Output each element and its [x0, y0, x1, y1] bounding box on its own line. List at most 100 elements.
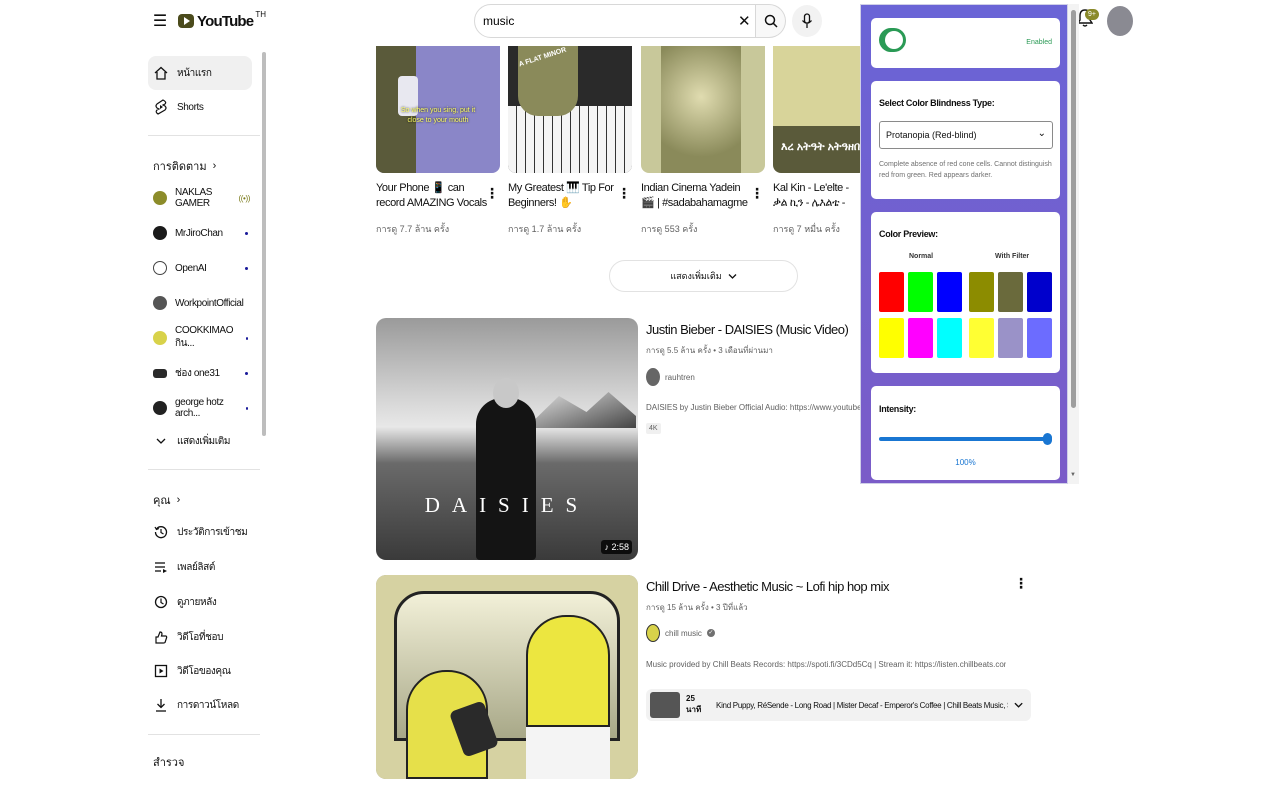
show-more-button[interactable]: แสดงเพิ่มเติม	[609, 260, 798, 292]
intensity-slider-track[interactable]	[879, 437, 1047, 441]
menu-icon[interactable]: ☰	[150, 10, 170, 32]
sidebar-channel-naklas-gamer[interactable]: NAKLAS GAMER ((•))	[148, 181, 252, 215]
filtered-color-swatch	[969, 318, 994, 358]
short-title[interactable]: Your Phone 📱 can record AMAZING Vocals	[376, 181, 488, 211]
like-icon	[153, 629, 169, 645]
chapter-duration: 25 นาที	[686, 694, 702, 714]
search-box[interactable]	[474, 4, 756, 38]
short-caption: So when you sing, put it close to your m…	[400, 107, 476, 124]
select-heading: Select Color Blindness Type:	[879, 98, 995, 108]
account-avatar[interactable]	[1107, 6, 1133, 36]
more-options-icon[interactable]: ⋮	[1014, 575, 1028, 593]
preview-heading: Color Preview:	[879, 229, 938, 239]
video-thumbnail[interactable]: DAISIES ♪ 2:58	[376, 318, 638, 560]
chevron-down-icon	[153, 433, 169, 449]
sidebar-item-liked-videos[interactable]: วิดีโอที่ชอบ	[148, 620, 252, 654]
sidebar-item-label: เพลย์ลิสต์	[177, 561, 215, 573]
sidebar-channel-george-hotz[interactable]: george hotz arch...	[148, 391, 252, 425]
sidebar-item-your-videos[interactable]: วิดีโอของคุณ	[148, 654, 252, 688]
sidebar-channel-cookkimao[interactable]: COOKKIMAO กิน...	[148, 321, 252, 355]
intensity-value: 100%	[955, 458, 976, 467]
search-icon	[764, 14, 778, 28]
sidebar-item-watch-later[interactable]: ดูภายหลัง	[148, 585, 252, 619]
chapter-text: Kind Puppy, RéSende - Long Road | Mister…	[716, 700, 1008, 710]
short-title[interactable]: Kal Kin - Le'elte - ቃል ኪን - ሌእልቴ - New E…	[773, 181, 861, 211]
short-thumbnail[interactable]	[641, 46, 765, 173]
sidebar-channel-one31[interactable]: ช่อง one31	[148, 356, 252, 390]
sidebar-item-label: วิดีโอของคุณ	[177, 665, 231, 677]
quality-badge: 4K	[646, 423, 661, 434]
sidebar-item-downloads[interactable]: การดาวน์โหลด	[148, 688, 252, 722]
chevron-down-icon[interactable]	[1014, 701, 1023, 709]
voice-search-button[interactable]	[792, 5, 822, 37]
channel-name: MrJiroChan	[175, 227, 223, 239]
normal-color-swatch	[937, 272, 962, 312]
home-icon	[153, 65, 169, 81]
more-options-icon[interactable]: ⋮	[750, 186, 764, 204]
live-icon: ((•))	[238, 193, 251, 203]
channel-name: WorkpointOfficial	[175, 297, 244, 309]
short-views: การดู 7 หมื่น ครั้ง	[773, 224, 840, 234]
sidebar-scrollbar[interactable]	[262, 52, 266, 436]
chevron-right-icon: ›	[176, 494, 181, 506]
new-content-dot	[245, 336, 248, 340]
sidebar-item-home[interactable]: หน้าแรก	[148, 56, 252, 90]
short-thumbnail[interactable]: So when you sing, put it close to your m…	[376, 46, 500, 173]
clear-search-icon[interactable]: ✕	[738, 12, 751, 30]
enabled-label: Enabled	[1026, 39, 1052, 46]
verified-icon: ✓	[706, 629, 715, 637]
toggle-card: Enabled	[871, 18, 1060, 68]
video-channel[interactable]: rauhtren	[646, 368, 695, 386]
search-input[interactable]	[483, 14, 723, 28]
channel-name: chill music	[665, 628, 702, 638]
filtered-color-swatch	[998, 318, 1023, 358]
short-title[interactable]: My Greatest 🎹 Tip For Beginners! ✋	[508, 181, 620, 211]
logo-text: YouTube	[197, 12, 254, 30]
you-heading[interactable]: คุณ ›	[153, 491, 180, 509]
history-icon	[153, 524, 169, 540]
sidebar-divider	[148, 135, 260, 136]
short-thumbnail[interactable]: A FLAT MINOR	[508, 46, 632, 173]
you-heading-text: คุณ	[153, 495, 171, 507]
more-options-icon[interactable]: ⋮	[485, 186, 499, 204]
channel-avatar	[153, 296, 167, 310]
intensity-card: Intensity: 100%	[871, 386, 1060, 480]
more-options-icon[interactable]: ⋮	[617, 186, 631, 204]
sidebar-channel-mrjirochan[interactable]: MrJiroChan	[148, 216, 252, 250]
video-thumbnail[interactable]	[376, 575, 638, 779]
watch-later-icon	[153, 594, 169, 610]
sidebar-item-history[interactable]: ประวัติการเข้าชม	[148, 515, 252, 549]
short-caption: እረ አትዓት አትዓዘበከ	[781, 141, 867, 153]
toggle-knob	[885, 31, 903, 49]
playlist-chapters-row[interactable]: 25 นาที Kind Puppy, RéSende - Long Road …	[646, 689, 1031, 721]
popup-scrollbar-thumb[interactable]	[1071, 10, 1076, 408]
youtube-logo[interactable]: YouTube TH	[178, 10, 267, 32]
sidebar-show-more[interactable]: แสดงเพิ่มเติม	[148, 424, 252, 458]
video-description: Music provided by Chill Beats Records: h…	[646, 660, 1006, 669]
scroll-down-arrow-icon[interactable]: ▼	[1070, 472, 1076, 478]
intensity-slider-thumb[interactable]	[1043, 433, 1052, 445]
new-content-dot	[245, 266, 248, 270]
filtered-color-swatch	[998, 272, 1023, 312]
enable-toggle[interactable]	[879, 28, 906, 52]
thumbnail-text: DAISIES	[424, 493, 590, 517]
channel-name: ช่อง one31	[175, 367, 220, 379]
blindness-type-select[interactable]: Protanopia (Red-blind) ⌄	[879, 121, 1053, 149]
filtered-color-swatch	[969, 272, 994, 312]
short-title[interactable]: Indian Cinema Yadein 🎬 | #sadabahamagme …	[641, 181, 753, 211]
channel-avatar	[153, 191, 167, 205]
sidebar-item-label: ดูภายหลัง	[177, 596, 217, 608]
subscriptions-heading[interactable]: การติดตาม ›	[153, 157, 216, 175]
sidebar-item-playlists[interactable]: เพลย์ลิสต์	[148, 550, 252, 584]
video-channel[interactable]: chill music ✓	[646, 624, 715, 642]
video-title[interactable]: Chill Drive - Aesthetic Music ~ Lofi hip…	[646, 579, 889, 594]
sidebar-channel-openai[interactable]: OpenAI	[148, 251, 252, 285]
sidebar-item-shorts[interactable]: Shorts	[148, 90, 252, 124]
channel-name: NAKLAS GAMER	[175, 187, 213, 209]
sidebar-channel-workpoint[interactable]: WorkpointOfficial	[148, 286, 252, 320]
sidebar-item-label: วิดีโอที่ชอบ	[177, 631, 224, 643]
video-title[interactable]: Justin Bieber - DAISIES (Music Video)	[646, 322, 849, 337]
playlist-icon	[153, 559, 169, 575]
short-thumbnail[interactable]: እረ አትዓት አትዓዘበከ	[773, 46, 867, 173]
channel-avatar	[153, 401, 167, 415]
